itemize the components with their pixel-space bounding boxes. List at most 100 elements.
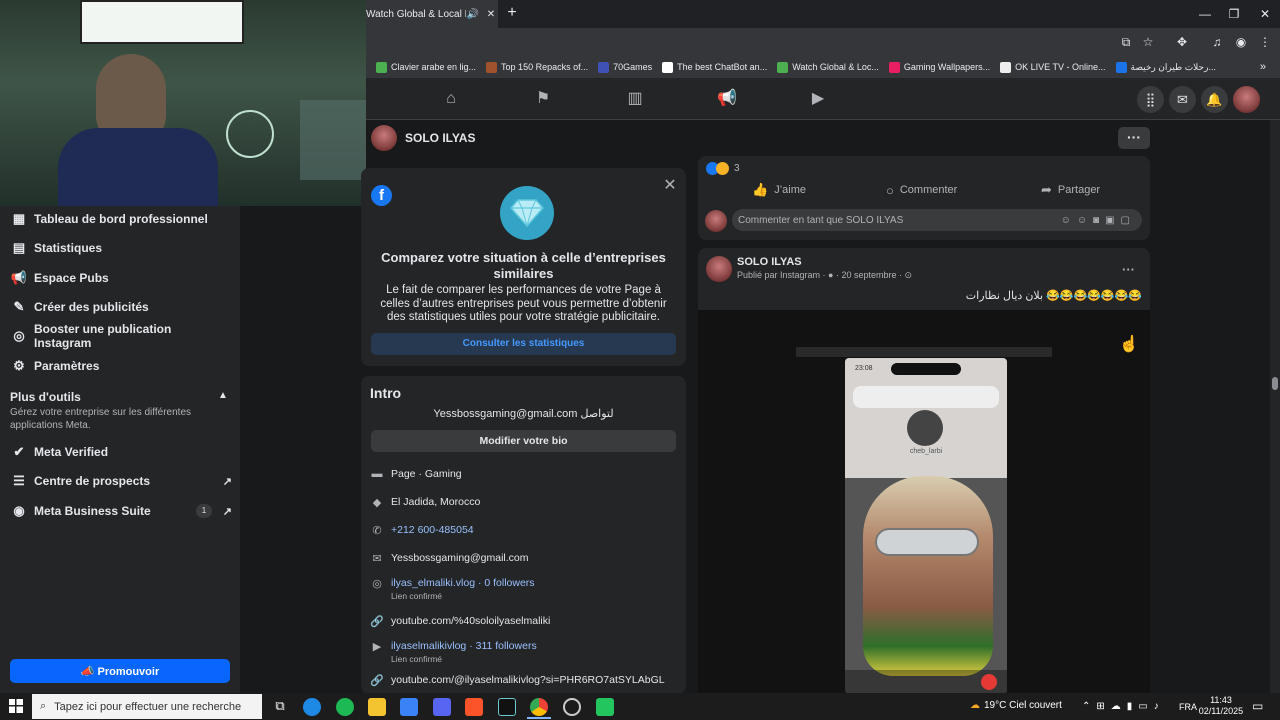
reactions-summary[interactable]: 3	[706, 162, 740, 175]
menu-grid-icon[interactable]: ⣿	[1137, 86, 1164, 113]
windows-start-icon[interactable]	[9, 699, 23, 713]
home-icon[interactable]: ⌂	[440, 88, 462, 110]
sidebar-item-meta-verified[interactable]: ✔ Meta Verified	[10, 440, 232, 464]
comment-input[interactable]: Commenter en tant que SOLO ILYAS ☺☺◙▣▢	[732, 209, 1142, 231]
promote-button[interactable]: 📣 Promouvoir	[10, 659, 230, 683]
media-icon[interactable]: ♫	[1208, 33, 1226, 51]
comment-placeholder: Commenter en tant que SOLO ILYAS	[738, 214, 904, 226]
close-icon[interactable]: ✕	[661, 177, 679, 195]
active-app-indicator	[527, 717, 551, 719]
file-explorer-icon[interactable]	[368, 698, 386, 716]
bookmark-item[interactable]: رحلات طيران رخيصة...	[1115, 61, 1216, 73]
bookmark-item[interactable]: 70Games	[598, 61, 652, 73]
megaphone-icon[interactable]: 📢	[716, 88, 738, 110]
extensions-icon[interactable]: ✥	[1173, 33, 1191, 51]
bookmark-favicon-icon	[777, 61, 789, 73]
consult-stats-button[interactable]: Consulter les statistiques	[371, 333, 676, 355]
notifications-icon[interactable]: ▭	[1252, 699, 1263, 713]
post-author-avatar[interactable]	[706, 256, 732, 282]
taskbar-search-input[interactable]: ⌕ Tapez ici pour effectuer une recherche	[32, 694, 262, 719]
sidebar-item-boost-instagram[interactable]: ◎ Booster une publication Instagram	[10, 322, 232, 350]
speaker-icon[interactable]: 🔊	[466, 9, 480, 20]
diamond-icon	[500, 186, 554, 240]
app-icon[interactable]	[563, 698, 581, 716]
bookmark-item[interactable]: OK LIVE TV - Online...	[1000, 61, 1106, 73]
scrollbar[interactable]	[1270, 120, 1280, 693]
bell-icon[interactable]: 🔔	[1201, 86, 1228, 113]
share-button[interactable]: ➦ Partager	[1041, 182, 1100, 198]
sidebar-item-dashboard[interactable]: ▦ Tableau de bord professionnel	[10, 207, 232, 231]
chrome-icon[interactable]	[530, 698, 548, 716]
instagram-icon: ◎	[372, 578, 382, 590]
like-button[interactable]: 👍 J’aime	[752, 182, 806, 198]
account-avatar[interactable]	[1233, 86, 1260, 113]
flag-icon[interactable]: ⚑	[532, 88, 554, 110]
close-window-button[interactable]: ✕	[1250, 4, 1280, 24]
page-name[interactable]: SOLO ILYAS	[405, 131, 475, 145]
scrollbar-thumb[interactable]	[1272, 377, 1278, 390]
youtube-channel-link[interactable]: ilyaselmalikivlog · 311 followers	[391, 640, 537, 652]
post-more-button[interactable]: ···	[1122, 262, 1135, 277]
profile-icon[interactable]: ◉	[1232, 33, 1250, 51]
spotify-icon[interactable]	[336, 698, 354, 716]
sidebar-item-prospects[interactable]: ☰ Centre de prospects ↗	[10, 469, 232, 493]
background-decor	[300, 100, 366, 180]
discord-icon[interactable]	[433, 698, 451, 716]
comment-tools-icon[interactable]: ☺☺◙▣▢	[1061, 215, 1136, 226]
sidebar-item-label: Espace Pubs	[34, 271, 109, 285]
edge-icon[interactable]	[303, 698, 321, 716]
youtube-link[interactable]: youtube.com/%40soloilyaselmaliki	[391, 615, 550, 627]
phone-link[interactable]: +212 600-485054	[391, 524, 474, 536]
clock[interactable]: 11:43 02/11/2025	[1196, 695, 1246, 717]
bookmark-item[interactable]: Gaming Wallpapers...	[888, 61, 990, 73]
bookmark-item[interactable]: Top 150 Repacks of...	[486, 61, 588, 73]
messenger-icon[interactable]: ✉	[1169, 86, 1196, 113]
language-indicator[interactable]: FRA	[1179, 702, 1197, 712]
instagram-link[interactable]: ilyas_elmaliki.vlog · 0 followers	[391, 577, 535, 589]
bookmark-favicon-icon	[1000, 61, 1012, 73]
chart-icon[interactable]: ▥	[624, 88, 646, 110]
intro-instagram-row: ◎ ilyas_elmaliki.vlog · 0 followers Lien c…	[370, 577, 680, 601]
menu-dots-icon[interactable]: ⋮	[1256, 33, 1274, 51]
install-icon[interactable]: ⧉	[1117, 33, 1135, 51]
video-icon[interactable]: ▶	[807, 88, 829, 110]
instagram-icon: ◎	[13, 328, 25, 343]
sidebar-item-settings[interactable]: ⚙ Paramètres	[10, 354, 232, 378]
task-view-icon[interactable]: ⧉	[271, 698, 289, 716]
sidebar-item-label: Tableau de bord professionnel	[34, 212, 208, 226]
bookmark-item[interactable]: Watch Global & Loc...	[777, 61, 879, 73]
notification-badge: 1	[196, 504, 212, 518]
star-icon[interactable]: ☆	[1139, 33, 1157, 51]
tab-close-icon[interactable]: ✕	[484, 9, 498, 20]
page-avatar[interactable]	[371, 125, 397, 151]
youtube-link-2[interactable]: youtube.com/@ilyaselmalikivlog?si=PHR6RO…	[391, 674, 665, 686]
post-author[interactable]: SOLO ILYAS	[737, 256, 802, 268]
contact-name: cheb_larbi	[909, 448, 943, 455]
bookmark-item[interactable]: Clavier arabe en lig...	[376, 61, 476, 73]
browser-tab[interactable]: Watch Global & Local Live 🔊 ✕	[366, 0, 498, 28]
sidebar-item-label: Paramètres	[34, 359, 100, 373]
more-tools-title[interactable]: Plus d'outils	[10, 390, 81, 404]
bookmark-item[interactable]: The best ChatBot an...	[662, 61, 767, 73]
search-placeholder: Tapez ici pour effectuer une recherche	[54, 700, 242, 713]
weather-widget[interactable]: ☁ 19°C Ciel couvert	[970, 700, 1062, 711]
bookmarks-more-button[interactable]: »	[1260, 61, 1266, 73]
sidebar-item-label: Booster une publication Instagram	[34, 322, 172, 350]
store-icon[interactable]	[400, 698, 418, 716]
intro-youtube-channel-row: ▶ ilyaselmalikivlog · 311 followers Lien c…	[370, 640, 680, 664]
sidebar-item-create-ads[interactable]: ✎ Créer des publicités	[10, 295, 232, 319]
comment-button[interactable]: ○ Commenter	[886, 182, 957, 198]
sidebar-item-label: Statistiques	[34, 241, 103, 255]
capcut-icon[interactable]	[596, 698, 614, 716]
sidebar-item-ads[interactable]: 📢 Espace Pubs	[10, 266, 232, 290]
maximize-button[interactable]: ❐	[1219, 4, 1249, 24]
brave-icon[interactable]	[465, 698, 483, 716]
sidebar-item-stats[interactable]: ▤ Statistiques	[10, 236, 232, 260]
system-tray-icons[interactable]: ⌃⊞☁▮▭♪	[1082, 701, 1165, 712]
page-more-button[interactable]: ···	[1118, 127, 1150, 149]
minimize-button[interactable]: —	[1190, 4, 1220, 24]
tiktok-icon[interactable]	[498, 698, 516, 716]
new-tab-button[interactable]: +	[503, 5, 521, 23]
chevron-up-icon[interactable]: ▲	[218, 390, 228, 401]
edit-bio-button[interactable]: Modifier votre bio	[371, 430, 676, 452]
